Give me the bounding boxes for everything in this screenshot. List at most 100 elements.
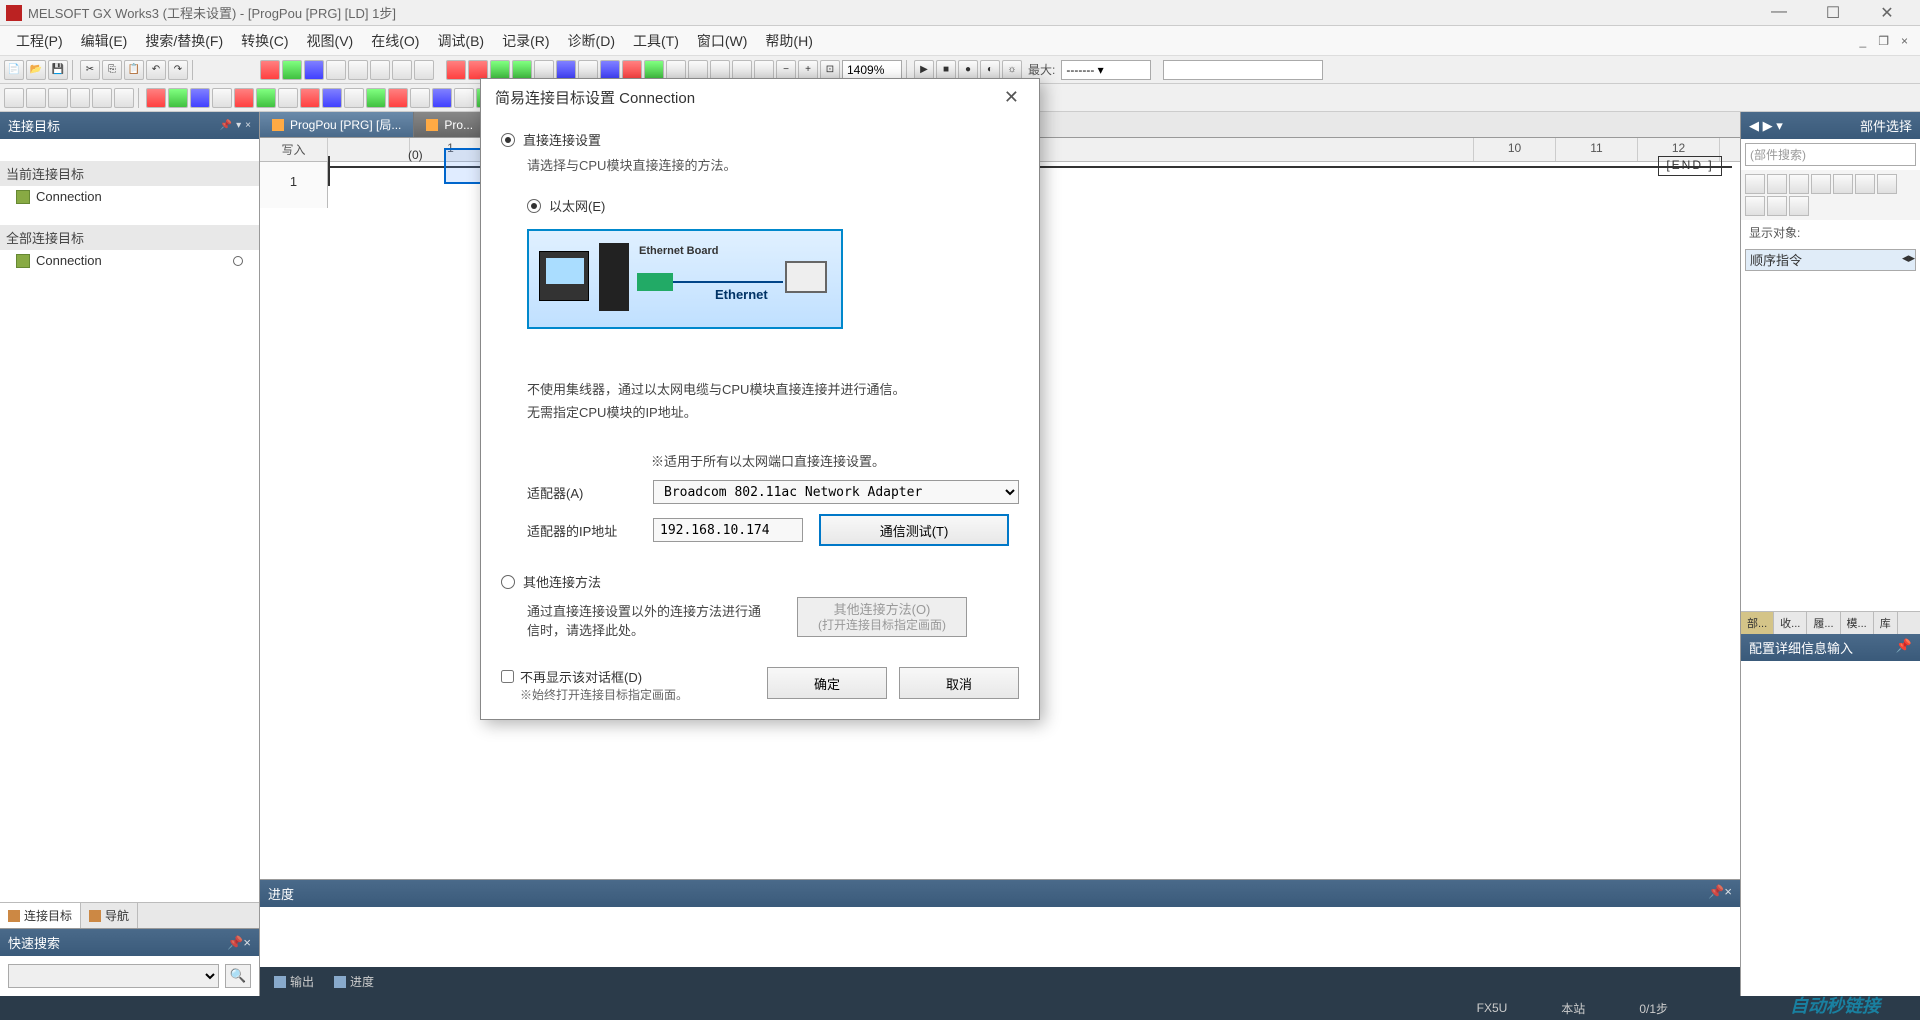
radio-other-method[interactable] <box>501 575 515 589</box>
tb-r10-icon[interactable] <box>644 60 664 80</box>
rp-btn5-icon[interactable] <box>1833 174 1853 194</box>
tb2-3-icon[interactable] <box>48 88 68 108</box>
tb-m5-icon[interactable]: ☼ <box>1002 60 1022 80</box>
rptab-parts[interactable]: 部... <box>1741 612 1774 634</box>
tb2-14-icon[interactable] <box>300 88 320 108</box>
tb-ld6-icon[interactable] <box>370 60 390 80</box>
qs-close-icon[interactable]: × <box>243 935 251 950</box>
tb-r8-icon[interactable] <box>600 60 620 80</box>
menu-help[interactable]: 帮助(H) <box>757 27 820 55</box>
panel-dropdown-icon[interactable]: ▾ <box>236 120 241 131</box>
menu-debug[interactable]: 调试(B) <box>429 27 492 55</box>
radio-direct-connection[interactable] <box>501 133 515 147</box>
tb2-4-icon[interactable] <box>70 88 90 108</box>
tb-zoom-fit-icon[interactable]: ⊡ <box>820 60 840 80</box>
tb-copy-icon[interactable]: ⎘ <box>102 60 122 80</box>
tb2-19-icon[interactable] <box>410 88 430 108</box>
tb-m2-icon[interactable]: ■ <box>936 60 956 80</box>
menu-tools[interactable]: 工具(T) <box>625 27 687 55</box>
tb-ld3-icon[interactable] <box>304 60 324 80</box>
tb2-7-icon[interactable] <box>146 88 166 108</box>
tb-r11-icon[interactable] <box>666 60 686 80</box>
rp-btn4-icon[interactable] <box>1811 174 1831 194</box>
tb2-15-icon[interactable] <box>322 88 342 108</box>
tab-output[interactable]: 输出 <box>264 969 324 994</box>
tb-r3-icon[interactable] <box>490 60 510 80</box>
tb-open-icon[interactable]: 📂 <box>26 60 46 80</box>
tb-zoom-out-icon[interactable]: − <box>776 60 796 80</box>
all-connection-item[interactable]: Connection <box>0 250 259 271</box>
tb2-1-icon[interactable] <box>4 88 24 108</box>
tb2-18-icon[interactable] <box>388 88 408 108</box>
tb-r2-icon[interactable] <box>468 60 488 80</box>
tab-navigation[interactable]: 导航 <box>81 903 138 928</box>
adapter-select[interactable]: Broadcom 802.11ac Network Adapter <box>653 480 1019 504</box>
menu-edit[interactable]: 编辑(E) <box>73 27 136 55</box>
rp-btn9-icon[interactable] <box>1767 196 1787 216</box>
tb-r1-icon[interactable] <box>446 60 466 80</box>
tb2-17-icon[interactable] <box>366 88 386 108</box>
menu-diagnose[interactable]: 诊断(D) <box>560 27 623 55</box>
rp-btn2-icon[interactable] <box>1767 174 1787 194</box>
tb-r15-icon[interactable] <box>754 60 774 80</box>
tb-ld5-icon[interactable] <box>348 60 368 80</box>
rptab-history[interactable]: 履... <box>1807 612 1840 634</box>
tb2-11-icon[interactable] <box>234 88 254 108</box>
maximize-button[interactable]: ☐ <box>1818 3 1848 23</box>
tb2-10-icon[interactable] <box>212 88 232 108</box>
tb2-16-icon[interactable] <box>344 88 364 108</box>
tb2-6-icon[interactable] <box>114 88 134 108</box>
tb-m4-icon[interactable]: ◐ <box>980 60 1000 80</box>
mdi-restore-icon[interactable]: ❐ <box>1874 32 1893 50</box>
rp-btn8-icon[interactable] <box>1745 196 1765 216</box>
cancel-button[interactable]: 取消 <box>899 667 1019 699</box>
close-button[interactable]: ✕ <box>1872 3 1902 23</box>
tb-r4-icon[interactable] <box>512 60 532 80</box>
quick-search-button[interactable]: 🔍 <box>225 964 251 988</box>
ok-button[interactable]: 确定 <box>767 667 887 699</box>
tb-zoom-in-icon[interactable]: + <box>798 60 818 80</box>
tb-r5-icon[interactable] <box>534 60 554 80</box>
tb2-8-icon[interactable] <box>168 88 188 108</box>
tb-r7-icon[interactable] <box>578 60 598 80</box>
tb-r13-icon[interactable] <box>710 60 730 80</box>
parts-search-input[interactable]: (部件搜索) <box>1745 143 1916 166</box>
menu-view[interactable]: 视图(V) <box>299 27 362 55</box>
tb-ld7-icon[interactable] <box>392 60 412 80</box>
tb-undo-icon[interactable]: ↶ <box>146 60 166 80</box>
tb2-2-icon[interactable] <box>26 88 46 108</box>
tab-connection-target[interactable]: 连接目标 <box>0 903 81 928</box>
rptab-fav[interactable]: 收... <box>1774 612 1807 634</box>
pp-close-icon[interactable]: × <box>1724 884 1732 899</box>
qs-pin-icon[interactable]: 📌 <box>227 935 243 950</box>
tb2-5-icon[interactable] <box>92 88 112 108</box>
minimize-button[interactable]: — <box>1764 3 1794 23</box>
tb-m1-icon[interactable]: ▶ <box>914 60 934 80</box>
noshow-checkbox[interactable] <box>501 670 514 683</box>
tb2-12-icon[interactable] <box>256 88 276 108</box>
tb2-21-icon[interactable] <box>454 88 474 108</box>
tb-ld1-icon[interactable] <box>260 60 280 80</box>
quick-search-input[interactable] <box>8 964 219 988</box>
zoom-combo[interactable] <box>842 60 902 80</box>
rptab-lib[interactable]: 库 <box>1874 612 1898 634</box>
radio-ethernet[interactable] <box>527 199 541 213</box>
rp-btn3-icon[interactable] <box>1789 174 1809 194</box>
extra-combo[interactable] <box>1163 60 1323 80</box>
rp-btn1-icon[interactable] <box>1745 174 1765 194</box>
rp-btn6-icon[interactable] <box>1855 174 1875 194</box>
rp-btn10-icon[interactable] <box>1789 196 1809 216</box>
tab-progress[interactable]: 进度 <box>324 969 384 994</box>
current-connection-item[interactable]: Connection <box>0 186 259 207</box>
menu-record[interactable]: 记录(R) <box>494 27 557 55</box>
tb-r12-icon[interactable] <box>688 60 708 80</box>
max-combo[interactable] <box>1061 60 1151 80</box>
comm-test-button[interactable]: 通信测试(T) <box>819 514 1009 546</box>
tb2-9-icon[interactable] <box>190 88 210 108</box>
panel-close-icon[interactable]: × <box>245 120 251 131</box>
rptab-module[interactable]: 模... <box>1841 612 1874 634</box>
dialog-close-button[interactable]: ✕ <box>998 87 1025 108</box>
menu-project[interactable]: 工程(P) <box>8 27 71 55</box>
tb-ld8-icon[interactable] <box>414 60 434 80</box>
tb-paste-icon[interactable]: 📋 <box>124 60 144 80</box>
